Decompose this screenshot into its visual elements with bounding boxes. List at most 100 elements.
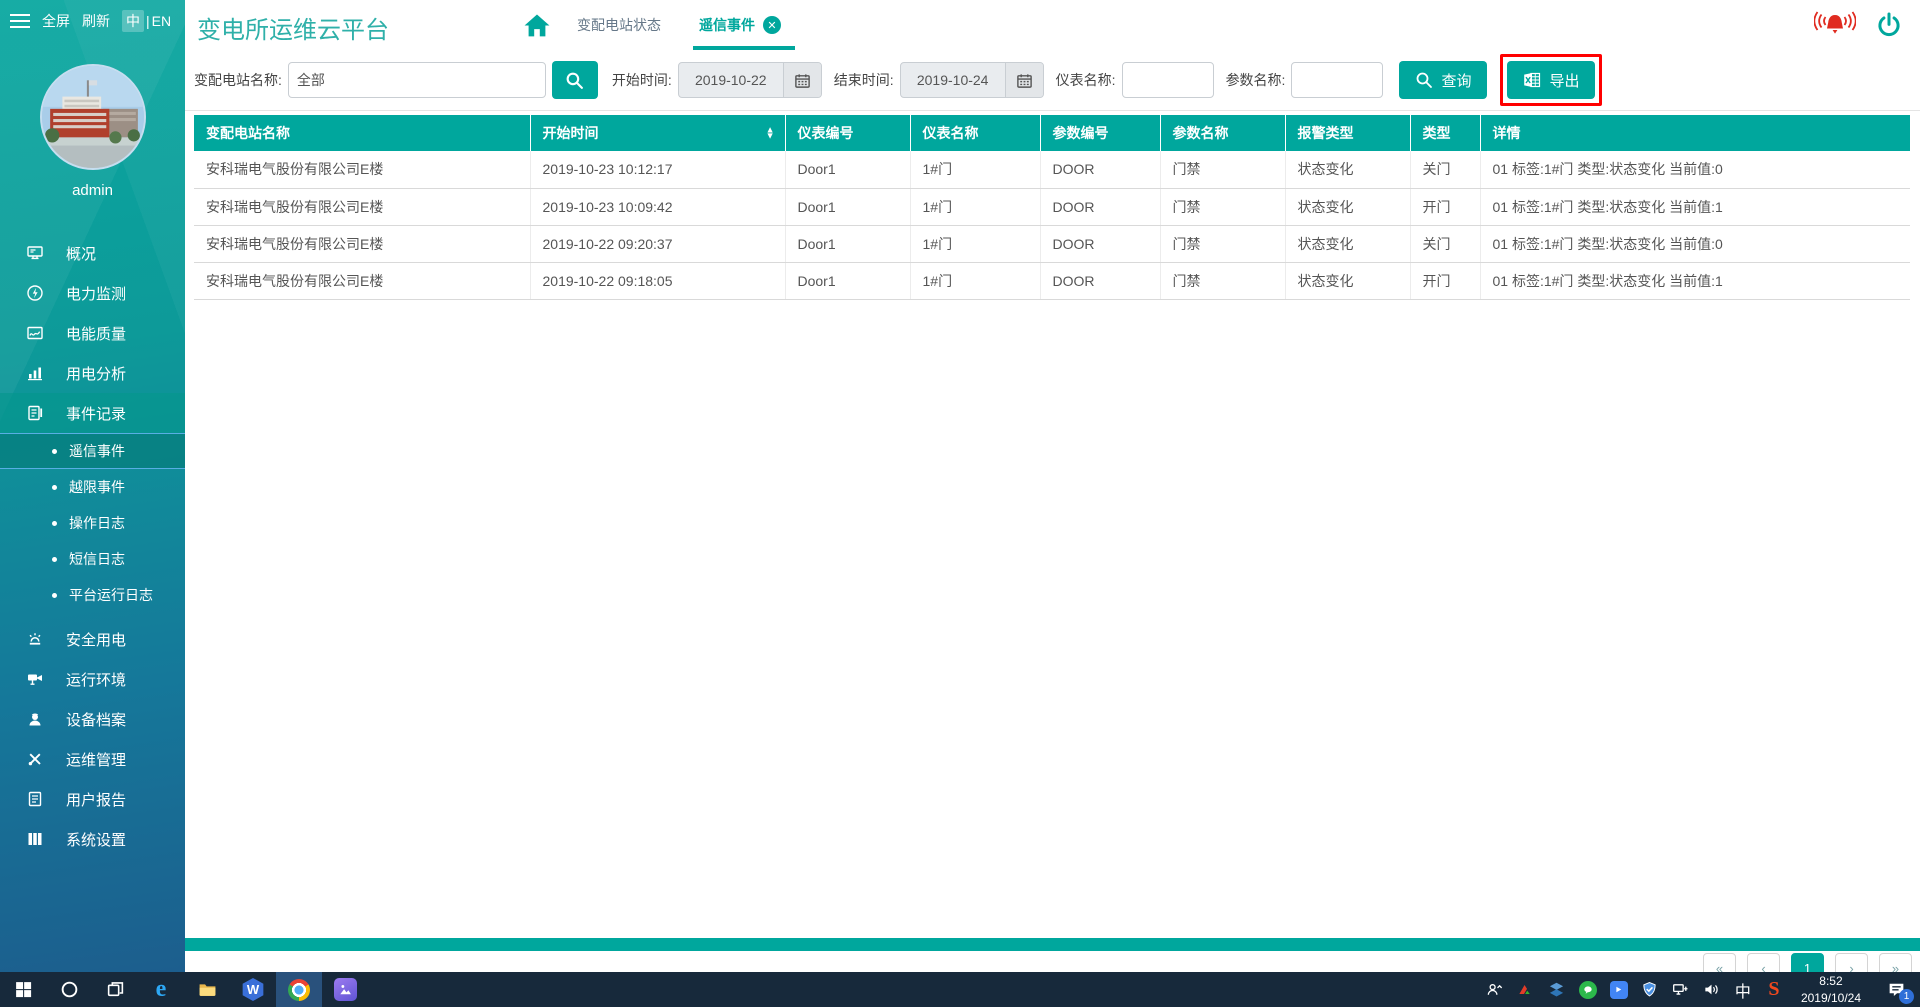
sidebar-item-用户报告[interactable]: 用户报告 <box>0 779 185 819</box>
home-icon[interactable] <box>523 13 551 39</box>
green-chat-icon[interactable] <box>1576 972 1600 1007</box>
sidebar-item-事件记录[interactable]: 事件记录 <box>0 393 185 433</box>
tab-遥信事件[interactable]: 遥信事件✕ <box>699 0 781 50</box>
refresh-button[interactable]: 刷新 <box>82 11 110 31</box>
fullscreen-button[interactable]: 全屏 <box>42 11 70 31</box>
sidebar-item-运维管理[interactable]: 运维管理 <box>0 739 185 779</box>
station-name-input[interactable] <box>288 62 546 98</box>
meter-name-label: 仪表名称: <box>1056 70 1116 90</box>
column-header-详情[interactable]: 详情 <box>1480 115 1910 151</box>
lang-en[interactable]: EN <box>152 13 171 29</box>
sidebar-item-安全用电[interactable]: 安全用电 <box>0 619 185 659</box>
station-name-label: 变配电站名称: <box>194 70 282 90</box>
table-row[interactable]: 安科瑞电气股份有限公司E楼2019-10-22 09:18:05Door11#门… <box>194 262 1910 299</box>
cell-参数名称: 门禁 <box>1160 225 1285 262</box>
sidebar-subitem-短信日志[interactable]: 短信日志 <box>0 541 185 577</box>
sidebar-item-概况[interactable]: 概况 <box>0 233 185 273</box>
sidebar-item-电能质量[interactable]: 电能质量 <box>0 313 185 353</box>
tray-icons: 中S <box>1483 972 1786 1007</box>
column-header-类型[interactable]: 类型 <box>1410 115 1480 151</box>
sidebar-item-label: 用电分析 <box>66 363 126 384</box>
cortana-icon[interactable] <box>46 972 92 1007</box>
sidebar-subitem-平台运行日志[interactable]: 平台运行日志 <box>0 577 185 613</box>
network-icon[interactable] <box>1669 972 1693 1007</box>
sidebar-subitem-操作日志[interactable]: 操作日志 <box>0 505 185 541</box>
sidebar-subitem-越限事件[interactable]: 越限事件 <box>0 469 185 505</box>
taskbar-clock[interactable]: 8:52 2019/10/24 <box>1793 973 1869 1005</box>
column-header-报警类型[interactable]: 报警类型 <box>1285 115 1410 151</box>
wps-icon[interactable]: W <box>230 972 276 1007</box>
notification-badge: 1 <box>1899 989 1914 1004</box>
blue-tile-icon[interactable] <box>1607 972 1631 1007</box>
avatar[interactable] <box>40 64 146 170</box>
shield-icon[interactable] <box>1638 972 1662 1007</box>
column-header-仪表编号[interactable]: 仪表编号 <box>785 115 910 151</box>
speaker-icon[interactable] <box>1700 972 1724 1007</box>
alarm-bell-icon[interactable] <box>1814 8 1856 42</box>
table-row[interactable]: 安科瑞电气股份有限公司E楼2019-10-23 10:12:17Door11#门… <box>194 151 1910 188</box>
column-header-label: 参数名称 <box>1173 125 1229 141</box>
meter-name-input[interactable] <box>1122 62 1214 98</box>
cell-仪表名称: 1#门 <box>910 225 1040 262</box>
start-icon[interactable] <box>0 972 46 1007</box>
sidebar-item-电力监测[interactable]: 电力监测 <box>0 273 185 313</box>
username: admin <box>0 182 185 199</box>
tab-bar: 变配电站状态遥信事件✕ <box>577 0 781 50</box>
bullet-icon <box>52 593 57 598</box>
cell-参数编号: DOOR <box>1040 151 1160 188</box>
cell-报警类型: 状态变化 <box>1285 262 1410 299</box>
sidebar-item-系统设置[interactable]: 系统设置 <box>0 819 185 859</box>
hamburger-menu-icon[interactable] <box>10 14 30 28</box>
start-calendar-button[interactable] <box>783 63 821 97</box>
language-toggle[interactable]: 中 | EN <box>122 10 171 32</box>
table-row[interactable]: 安科瑞电气股份有限公司E楼2019-10-23 10:09:42Door11#门… <box>194 188 1910 225</box>
sogou-icon[interactable]: S <box>1762 972 1786 1007</box>
cell-参数编号: DOOR <box>1040 188 1160 225</box>
end-date-value[interactable]: 2019-10-24 <box>901 63 1005 97</box>
file-explorer-icon[interactable] <box>184 972 230 1007</box>
cell-仪表名称: 1#门 <box>910 188 1040 225</box>
graphics-tool-icon[interactable] <box>1514 972 1538 1007</box>
column-header-开始时间[interactable]: 开始时间▲▼ <box>530 115 785 151</box>
cell-类型: 开门 <box>1410 262 1480 299</box>
header: 变电所运维云平台 变配电站状态遥信事件✕ <box>185 0 1920 50</box>
end-calendar-button[interactable] <box>1005 63 1043 97</box>
event-record-icon <box>26 404 46 422</box>
sidebar-item-设备档案[interactable]: 设备档案 <box>0 699 185 739</box>
sidebar-subitem-遥信事件[interactable]: 遥信事件 <box>0 433 185 469</box>
station-search-button[interactable] <box>552 61 598 99</box>
table-row[interactable]: 安科瑞电气股份有限公司E楼2019-10-22 09:20:37Door11#门… <box>194 225 1910 262</box>
cell-类型: 开门 <box>1410 188 1480 225</box>
column-header-仪表名称[interactable]: 仪表名称 <box>910 115 1040 151</box>
column-header-参数编号[interactable]: 参数编号 <box>1040 115 1160 151</box>
task-view-icon[interactable] <box>92 972 138 1007</box>
tab-close-icon[interactable]: ✕ <box>763 16 781 34</box>
column-header-label: 报警类型 <box>1298 125 1354 141</box>
photos-icon[interactable] <box>322 972 368 1007</box>
layers-icon[interactable] <box>1545 972 1569 1007</box>
column-header-参数名称[interactable]: 参数名称 <box>1160 115 1285 151</box>
people-icon[interactable] <box>1483 972 1507 1007</box>
column-header-label: 仪表名称 <box>923 125 979 141</box>
chrome-icon[interactable] <box>276 972 322 1007</box>
action-center-icon[interactable]: 1 <box>1876 972 1916 1007</box>
sidebar-menu: 概况电力监测电能质量用电分析事件记录遥信事件越限事件操作日志短信日志平台运行日志… <box>0 233 185 859</box>
lang-zh[interactable]: 中 <box>122 10 144 32</box>
column-header-label: 仪表编号 <box>798 125 854 141</box>
logout-power-icon[interactable] <box>1876 12 1902 38</box>
cell-变配电站名称: 安科瑞电气股份有限公司E楼 <box>194 262 530 299</box>
query-button[interactable]: 查询 <box>1399 61 1487 99</box>
edge-icon[interactable]: e <box>138 972 184 1007</box>
cell-变配电站名称: 安科瑞电气股份有限公司E楼 <box>194 188 530 225</box>
column-header-变配电站名称[interactable]: 变配电站名称 <box>194 115 530 151</box>
param-name-input[interactable] <box>1291 62 1383 98</box>
tab-变配电站状态[interactable]: 变配电站状态 <box>577 0 661 50</box>
export-button[interactable]: 导出 <box>1507 61 1595 99</box>
sidebar-item-用电分析[interactable]: 用电分析 <box>0 353 185 393</box>
start-date-value[interactable]: 2019-10-22 <box>679 63 783 97</box>
sidebar-subitem-label: 越限事件 <box>69 477 125 497</box>
ime-icon[interactable]: 中 <box>1731 972 1755 1007</box>
sidebar-item-运行环境[interactable]: 运行环境 <box>0 659 185 699</box>
cell-报警类型: 状态变化 <box>1285 225 1410 262</box>
sort-arrows-icon[interactable]: ▲▼ <box>766 127 775 138</box>
